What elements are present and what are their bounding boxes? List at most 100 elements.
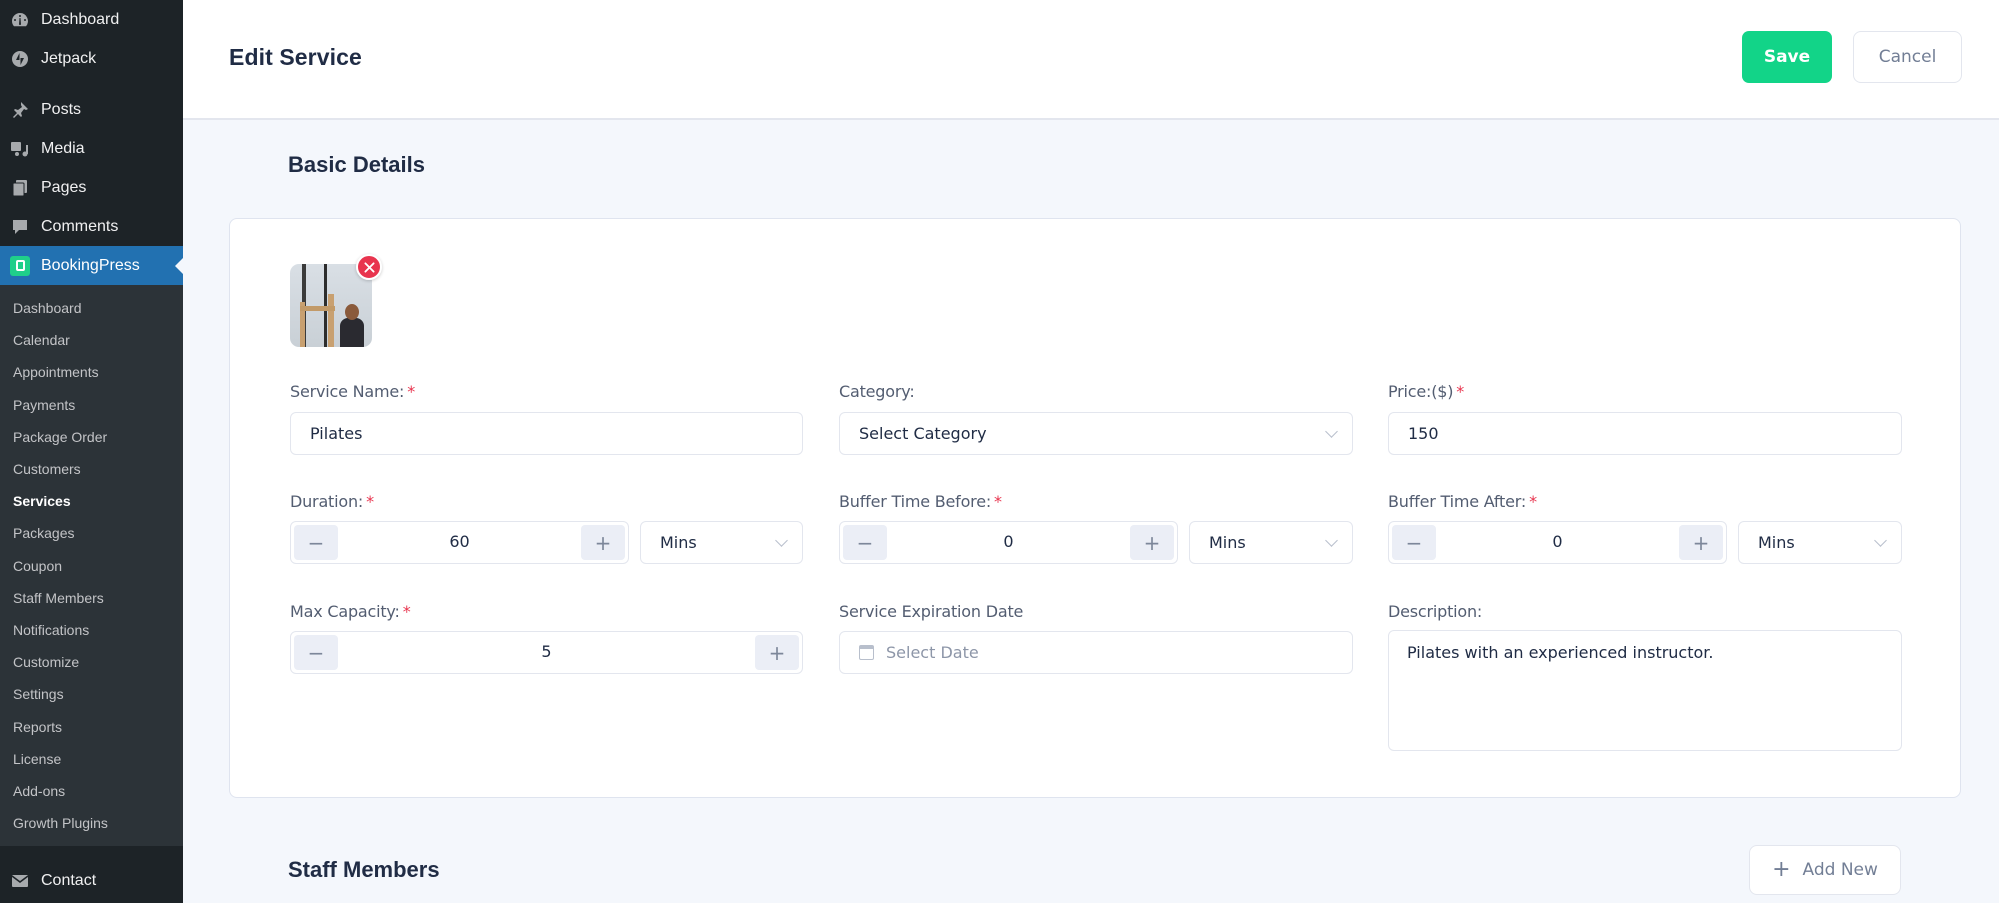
description-label: Description: — [1388, 602, 1483, 621]
sidebar-item-label: Comments — [41, 217, 119, 235]
add-new-staff-button[interactable]: + Add New — [1749, 845, 1901, 895]
submenu-item-package-order[interactable]: Package Order — [0, 421, 183, 453]
save-button[interactable]: Save — [1742, 31, 1832, 83]
jetpack-icon — [10, 49, 30, 69]
duration-label: Duration: * — [290, 492, 374, 511]
expiration-date-input[interactable]: Select Date — [839, 631, 1353, 674]
submenu-item-notifications[interactable]: Notifications — [0, 614, 183, 646]
submenu-item-add-ons[interactable]: Add-ons — [0, 775, 183, 807]
page-title: Edit Service — [229, 44, 362, 70]
submenu-item-payments[interactable]: Payments — [0, 389, 183, 421]
chevron-down-icon — [775, 533, 788, 547]
add-new-label: Add New — [1802, 860, 1878, 880]
buffer-before-decrement-button[interactable]: − — [843, 525, 887, 560]
sidebar-item-label: Jetpack — [41, 49, 97, 67]
basic-details-title: Basic Details — [288, 152, 425, 177]
duration-unit-select[interactable]: Mins — [640, 521, 803, 564]
service-name-value: Pilates — [310, 424, 363, 443]
remove-image-button[interactable] — [356, 254, 382, 280]
max-capacity-increment-button[interactable]: + — [755, 635, 799, 670]
description-value: Pilates with an experienced instructor. — [1407, 643, 1714, 662]
service-name-input[interactable]: Pilates — [290, 412, 803, 455]
sidebar-item-jetpack[interactable]: Jetpack — [0, 39, 183, 78]
submenu-item-staff-members[interactable]: Staff Members — [0, 582, 183, 614]
pin-icon — [10, 100, 30, 120]
sidebar-item-bookingpress[interactable]: BookingPress — [0, 246, 183, 285]
category-label: Category: — [839, 382, 915, 401]
expiration-date-label: Service Expiration Date — [839, 602, 1024, 621]
max-capacity-decrement-button[interactable]: − — [294, 635, 338, 670]
submenu-item-coupon[interactable]: Coupon — [0, 550, 183, 582]
price-input[interactable]: 150 — [1388, 412, 1902, 455]
submenu-item-calendar[interactable]: Calendar — [0, 324, 183, 356]
buffer-before-unit-value: Mins — [1209, 533, 1246, 552]
submenu-item-services[interactable]: Services — [0, 485, 183, 517]
calendar-icon — [859, 645, 874, 660]
duration-decrement-button[interactable]: − — [294, 525, 338, 560]
buffer-before-increment-button[interactable]: + — [1130, 525, 1174, 560]
sidebar-item-comments[interactable]: Comments — [0, 207, 183, 246]
sidebar-item-dashboard[interactable]: Dashboard — [0, 0, 183, 39]
mail-icon — [10, 871, 30, 891]
plus-icon: + — [1772, 857, 1791, 882]
cancel-button[interactable]: Cancel — [1853, 31, 1962, 83]
description-textarea[interactable]: Pilates with an experienced instructor. — [1388, 630, 1902, 751]
sidebar-item-label: Posts — [41, 100, 82, 118]
chevron-down-icon — [1325, 533, 1338, 547]
duration-value[interactable]: 60 — [341, 522, 578, 562]
sidebar-item-label: BookingPress — [41, 256, 140, 274]
submenu-item-license[interactable]: License — [0, 743, 183, 775]
bookingpress-submenu: Dashboard Calendar Appointments Payments… — [0, 285, 183, 847]
buffer-before-label: Buffer Time Before: * — [839, 492, 1002, 511]
submenu-item-dashboard[interactable]: Dashboard — [0, 292, 183, 324]
sidebar-item-label: Contact — [41, 871, 97, 889]
chevron-down-icon — [1325, 424, 1338, 438]
comment-icon — [10, 217, 30, 237]
sidebar-item-media[interactable]: Media — [0, 129, 183, 168]
sidebar-item-contact[interactable]: Contact — [0, 858, 183, 903]
max-capacity-value[interactable]: 5 — [341, 632, 752, 672]
price-value: 150 — [1408, 424, 1439, 443]
sidebar-item-label: Dashboard — [41, 10, 120, 28]
duration-stepper: − 60 + — [290, 521, 629, 564]
staff-members-title: Staff Members — [288, 857, 440, 882]
buffer-after-unit-select[interactable]: Mins — [1738, 521, 1902, 564]
buffer-after-label: Buffer Time After: * — [1388, 492, 1537, 511]
submenu-item-appointments[interactable]: Appointments — [0, 356, 183, 388]
sidebar-item-posts[interactable]: Posts — [0, 90, 183, 129]
buffer-before-stepper: − 0 + — [839, 521, 1178, 564]
admin-sidebar: Dashboard Jetpack Posts Media Pages Comm… — [0, 0, 183, 903]
buffer-after-value[interactable]: 0 — [1439, 522, 1676, 562]
submenu-item-reports[interactable]: Reports — [0, 710, 183, 742]
pages-icon — [10, 178, 30, 198]
sidebar-item-label: Pages — [41, 178, 87, 196]
page-header: Edit Service Save Cancel — [183, 0, 1999, 120]
submenu-item-customers[interactable]: Customers — [0, 453, 183, 485]
submenu-item-growth-plugins[interactable]: Growth Plugins — [0, 807, 183, 839]
sidebar-item-pages[interactable]: Pages — [0, 168, 183, 207]
buffer-before-value[interactable]: 0 — [890, 522, 1127, 562]
submenu-item-packages[interactable]: Packages — [0, 517, 183, 549]
expiration-date-placeholder: Select Date — [886, 643, 979, 662]
category-select[interactable]: Select Category — [839, 412, 1353, 455]
buffer-after-stepper: − 0 + — [1388, 521, 1727, 564]
duration-increment-button[interactable]: + — [581, 525, 625, 560]
max-capacity-label: Max Capacity: * — [290, 602, 411, 621]
media-icon — [10, 139, 30, 159]
close-icon — [363, 261, 375, 273]
price-label: Price:($) * — [1388, 382, 1465, 401]
max-capacity-stepper: − 5 + — [290, 631, 803, 674]
service-name-label: Service Name: * — [290, 382, 416, 401]
sidebar-item-label: Media — [41, 139, 85, 157]
buffer-after-unit-value: Mins — [1758, 533, 1795, 552]
submenu-item-customize[interactable]: Customize — [0, 646, 183, 678]
submenu-item-settings[interactable]: Settings — [0, 678, 183, 710]
dashboard-icon — [10, 10, 30, 30]
buffer-after-decrement-button[interactable]: − — [1392, 525, 1436, 560]
bookingpress-icon — [10, 255, 30, 276]
category-placeholder: Select Category — [859, 424, 987, 443]
chevron-down-icon — [1874, 533, 1887, 547]
duration-unit-value: Mins — [660, 533, 697, 552]
buffer-after-increment-button[interactable]: + — [1679, 525, 1723, 560]
buffer-before-unit-select[interactable]: Mins — [1189, 521, 1353, 564]
